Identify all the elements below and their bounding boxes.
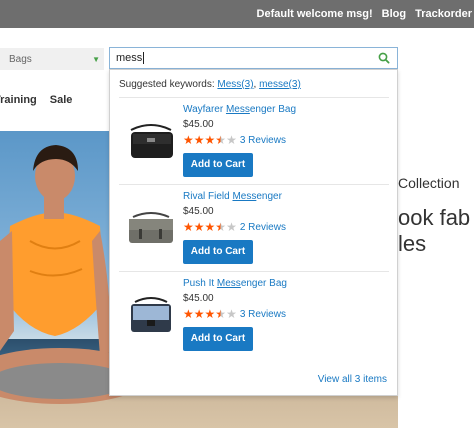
- product-price: $45.00: [183, 119, 214, 130]
- keyword-separator: ,: [253, 79, 257, 90]
- trackorder-link[interactable]: Trackorder: [415, 8, 472, 20]
- product-name-prefix: Push It: [183, 278, 217, 289]
- star-icon: ★: [183, 307, 194, 321]
- product-price: $45.00: [183, 293, 214, 304]
- header-links: Default welcome msg! Blog Trackorder: [248, 0, 472, 28]
- star-icon: ★: [204, 307, 216, 321]
- star-icon: ★: [226, 133, 237, 147]
- add-to-cart-button[interactable]: Add to Cart: [183, 153, 253, 177]
- rating-stars: ★ ★ ★ ★ ★: [183, 221, 237, 233]
- product-name-link[interactable]: Rival Field Messenger: [183, 190, 383, 203]
- search-icon[interactable]: [377, 51, 391, 65]
- product-rating: ★ ★ ★ ★ ★ 3 Reviews: [183, 307, 383, 321]
- product-name-match: Mess: [232, 191, 257, 202]
- product-image-push-it-bag[interactable]: [123, 290, 179, 338]
- top-header-bar: Default welcome msg! Blog Trackorder: [0, 0, 474, 28]
- product-name-suffix: enger Bag: [249, 104, 297, 115]
- category-select-value: Bags: [9, 53, 32, 65]
- search-autocomplete-dropdown: Suggested keywords: Mess(3), messe(3) Wa…: [109, 69, 398, 396]
- rating-stars: ★ ★ ★ ★ ★: [183, 134, 237, 146]
- hero-heading-line1: ook fab in: [398, 205, 474, 230]
- suggested-keywords: Suggested keywords: Mess(3), messe(3): [119, 79, 301, 90]
- product-info: Rival Field Messenger $45.00 ★ ★ ★ ★ ★ 2 Rev…: [183, 190, 383, 264]
- star-icon: ★: [193, 307, 205, 321]
- reviews-link[interactable]: 3 Reviews: [240, 135, 286, 146]
- product-name-link[interactable]: Wayfarer Messenger Bag: [183, 103, 383, 116]
- product-name-prefix: Rival Field: [183, 191, 233, 202]
- suggested-keywords-label: Suggested keywords:: [119, 79, 215, 90]
- nav-item-sale[interactable]: Sale: [50, 94, 73, 106]
- product-item: Push It Messenger Bag $45.00 ★ ★ ★ ★ ★ 3 Rev…: [119, 271, 389, 357]
- product-price: $45.00: [183, 206, 214, 217]
- keyword-link-mess[interactable]: Mess(3): [217, 79, 253, 90]
- star-icon: ★: [193, 133, 205, 147]
- product-info: Push It Messenger Bag $45.00 ★ ★ ★ ★ ★ 3 Rev…: [183, 277, 383, 351]
- category-select[interactable]: Bags ▼: [0, 48, 104, 70]
- star-icon: ★: [193, 220, 205, 234]
- keyword-link-messe[interactable]: messe(3): [259, 79, 301, 90]
- reviews-link[interactable]: 2 Reviews: [240, 222, 286, 233]
- product-name-match: Mess: [225, 104, 250, 115]
- product-name-match: Mess: [216, 278, 241, 289]
- rating-stars: ★ ★ ★ ★ ★: [183, 308, 237, 320]
- product-name-prefix: Wayfarer: [183, 104, 226, 115]
- nav-item-training[interactable]: Training: [0, 94, 37, 106]
- product-info: Wayfarer Messenger Bag $45.00 ★ ★ ★ ★ ★ 3 Re…: [183, 103, 383, 177]
- star-icon: ★: [215, 133, 227, 147]
- hero-heading-line2: les: [398, 231, 427, 256]
- star-icon: ★: [215, 307, 227, 321]
- chevron-down-icon: ▼: [92, 54, 100, 64]
- product-rating: ★ ★ ★ ★ ★ 2 Reviews: [183, 220, 383, 234]
- star-icon: ★: [183, 133, 194, 147]
- search-input[interactable]: mess: [109, 47, 398, 69]
- star-icon: ★: [204, 220, 216, 234]
- search-input-value: mess: [116, 52, 143, 64]
- star-icon: ★: [183, 220, 194, 234]
- product-name-suffix: enger Bag: [240, 278, 287, 289]
- product-item: Rival Field Messenger $45.00 ★ ★ ★ ★ ★ 2 Rev…: [119, 184, 389, 270]
- product-name-suffix: enger: [256, 191, 282, 202]
- view-all-link[interactable]: View all 3 items: [318, 374, 387, 385]
- welcome-message: Default welcome msg!: [256, 8, 373, 20]
- product-image-wayfarer-bag[interactable]: [123, 116, 179, 164]
- add-to-cart-button[interactable]: Add to Cart: [183, 327, 253, 351]
- product-image-rival-field-messenger[interactable]: [123, 203, 179, 251]
- reviews-link[interactable]: 3 Reviews: [240, 309, 286, 320]
- product-item: Wayfarer Messenger Bag $45.00 ★ ★ ★ ★ ★ 3 Re…: [119, 97, 389, 183]
- star-icon: ★: [215, 220, 227, 234]
- hero-text-panel: Collection ook fab in les: [398, 131, 474, 428]
- product-name-link[interactable]: Push It Messenger Bag: [183, 277, 383, 290]
- text-cursor: [143, 52, 145, 64]
- star-icon: ★: [204, 133, 216, 147]
- add-to-cart-button[interactable]: Add to Cart: [183, 240, 253, 264]
- hero-subtitle: Collection: [398, 175, 460, 191]
- main-nav: Training Sale: [0, 88, 110, 112]
- blog-link[interactable]: Blog: [382, 8, 406, 20]
- product-rating: ★ ★ ★ ★ ★ 3 Reviews: [183, 133, 383, 147]
- star-icon: ★: [226, 220, 237, 234]
- star-icon: ★: [226, 307, 237, 321]
